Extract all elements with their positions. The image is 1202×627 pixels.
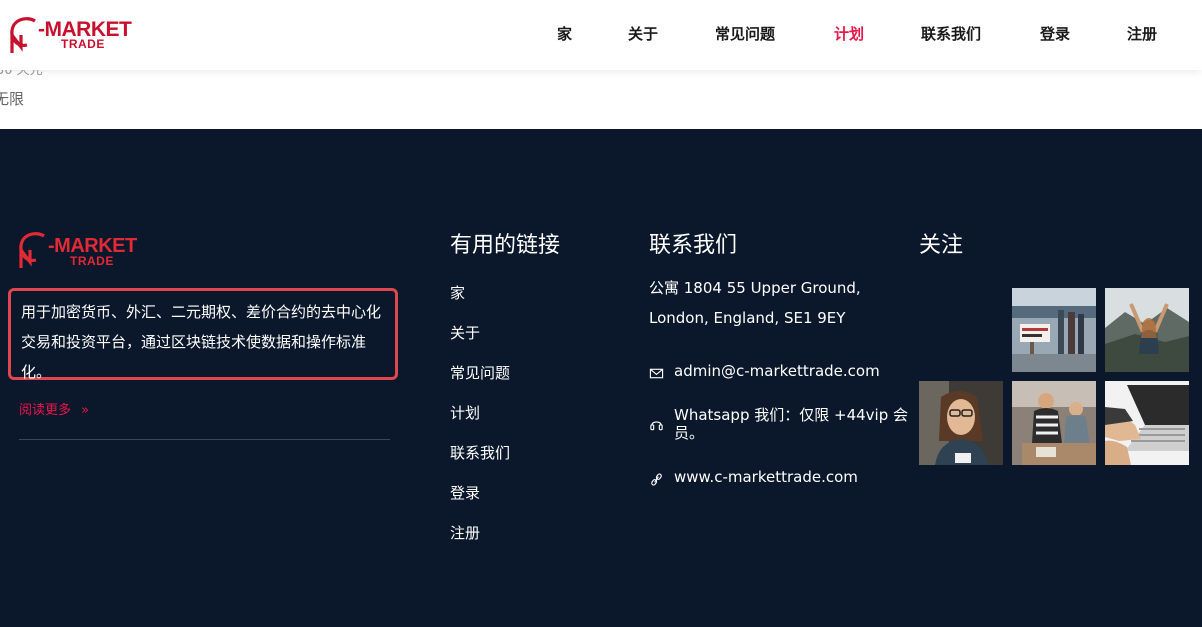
contact-whatsapp: Whatsapp 我们：仅限 +44vip 会员。 [674,406,908,442]
nav-plans[interactable]: 计划 [834,23,864,44]
double-chevron-right-icon: » [81,403,90,418]
contact-email-row[interactable]: admin@c-markettrade.com [649,362,909,382]
read-more-link[interactable]: 阅读更多 » [19,399,89,418]
footer-link-login[interactable]: 登录 [450,482,480,503]
footer-logo-mark-icon [19,232,45,268]
nav-about[interactable]: 关于 [628,23,658,44]
about-description: 用于加密货币、外汇、二元期权、差价合约的去中心化交易和投资平台，通过区块链技术使… [21,303,382,381]
footer-logo[interactable]: -MARKET TRADE [18,232,143,272]
footer-link-faq[interactable]: 常见问题 [450,362,510,383]
contact-heading: 联系我们 [649,233,738,258]
gallery-photo-laptop[interactable] [1105,381,1189,465]
envelope-icon [649,368,664,379]
gallery-photo-mountain[interactable] [1105,288,1189,372]
content-strip: 30 天元 无限 [0,63,1202,129]
read-more-label: 阅读更多 [19,403,72,418]
footer-link-plans[interactable]: 计划 [450,402,480,423]
site-footer: -MARKET TRADE 用于加密货币、外汇、二元期权、差价合约的去中心化交易… [0,129,1202,627]
nav-contact[interactable]: 联系我们 [921,23,981,44]
logo-sub-text: TRADE [61,37,105,51]
gallery-photo-woman[interactable] [919,381,1003,465]
gallery-photo-team[interactable] [1012,381,1096,465]
footer-link-home[interactable]: 家 [450,282,465,303]
footer-link-register[interactable]: 注册 [450,522,480,543]
nav-faq[interactable]: 常见问题 [715,23,775,44]
contact-website-row[interactable]: www.c-markettrade.com [649,468,909,488]
footer-logo-brand-text: -MARKET [48,235,137,257]
follow-heading: 关注 [919,233,964,258]
nav-home[interactable]: 家 [557,23,572,44]
nav-login[interactable]: 登录 [1040,23,1070,44]
links-heading: 有用的链接 [450,233,561,258]
footer-link-about[interactable]: 关于 [450,322,480,343]
logo-mark-icon [10,17,36,53]
gallery-photo-protest[interactable] [1012,288,1096,372]
about-highlight-box: 用于加密货币、外汇、二元期权、差价合约的去中心化交易和投资平台，通过区块链技术使… [8,288,398,381]
link-icon [651,473,662,486]
contact-whatsapp-row[interactable]: Whatsapp 我们：仅限 +44vip 会员。 [649,406,914,446]
site-logo[interactable]: -MARKET TRADE [9,13,134,55]
contact-email: admin@c-markettrade.com [674,362,880,380]
contact-address: 公寓 1804 55 Upper Ground, London, England… [649,279,861,327]
contact-website: www.c-markettrade.com [674,468,858,486]
footer-divider [19,439,390,440]
footer-logo-sub-text: TRADE [70,254,114,268]
nav-register[interactable]: 注册 [1127,23,1157,44]
headset-icon [650,421,663,431]
clipped-text-unlimited: 无限 [0,90,25,108]
footer-link-contact[interactable]: 联系我们 [450,442,510,463]
site-header: -MARKET TRADE 家 关于 常见问题 计划 联系我们 登录 注册 [0,0,1202,70]
